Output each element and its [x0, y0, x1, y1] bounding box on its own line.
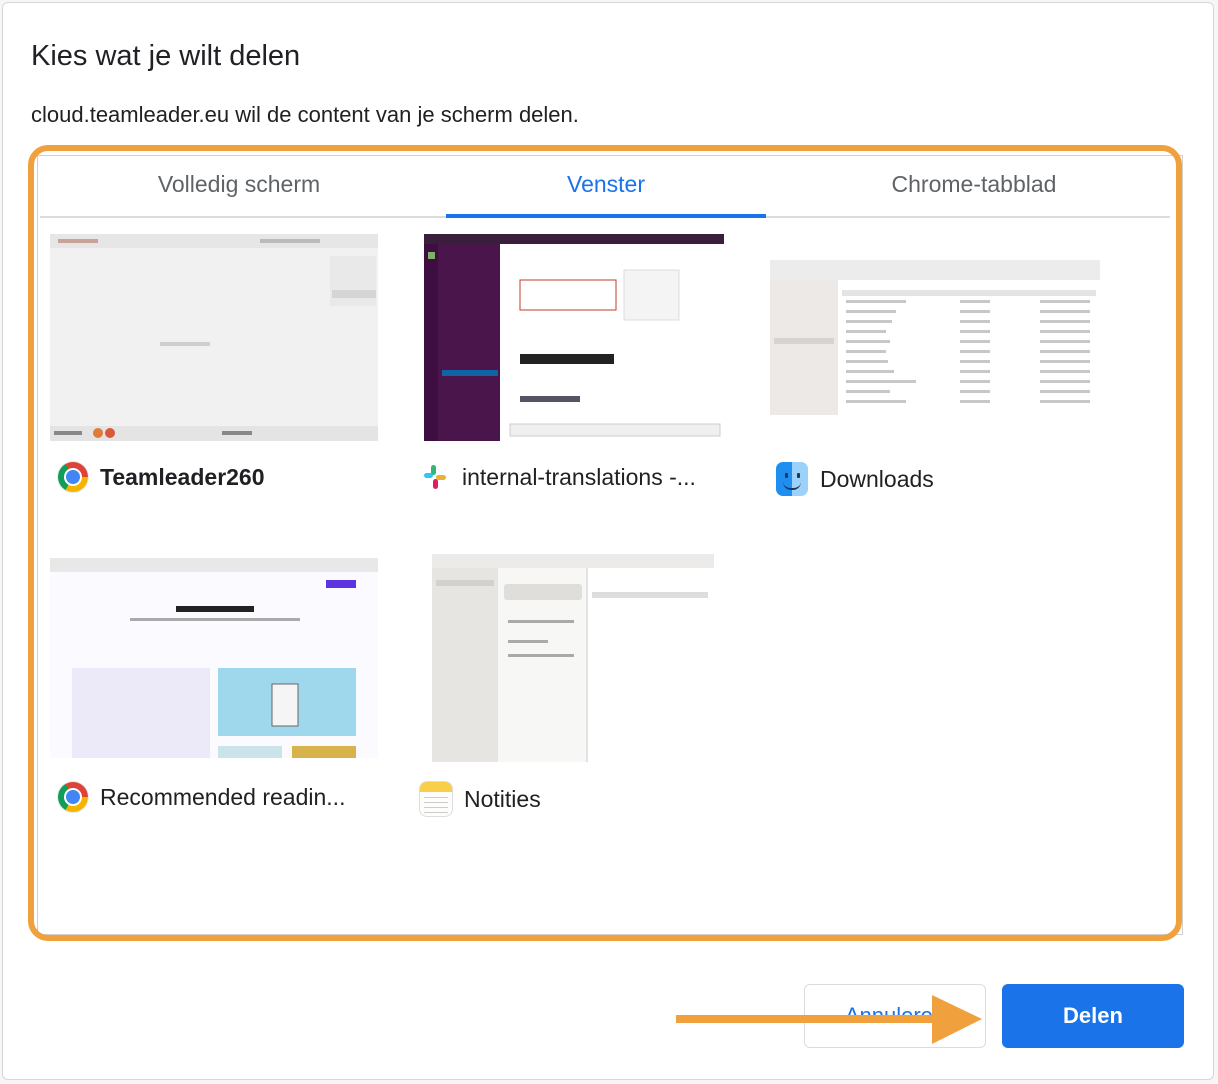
- source-item-teamleader260[interactable]: Teamleader260: [48, 230, 388, 505]
- source-label: Notities: [420, 782, 541, 816]
- tab-bar: Volledig scherm Venster Chrome-tabblad: [40, 158, 1170, 218]
- slack-icon: [420, 462, 450, 492]
- window-thumbnail: [50, 558, 378, 758]
- window-thumbnail: [432, 554, 714, 762]
- source-title: Recommended readin...: [100, 783, 346, 810]
- source-item-recommended-reading[interactable]: Recommended readin...: [48, 550, 388, 825]
- finder-icon: [776, 462, 808, 496]
- window-thumbnail: [50, 234, 378, 441]
- source-label: Teamleader260: [58, 462, 265, 492]
- dialog-subtitle: cloud.teamleader.eu wil de content van j…: [31, 102, 579, 127]
- source-item-downloads[interactable]: Downloads: [766, 230, 1106, 505]
- source-title: Notities: [464, 785, 541, 812]
- source-title: Downloads: [820, 465, 934, 492]
- window-thumbnail: [770, 260, 1100, 415]
- chrome-icon: [58, 782, 88, 812]
- dialog-title: Kies wat je wilt delen: [31, 40, 301, 72]
- tab-chrome-tab[interactable]: Chrome-tabblad: [774, 158, 1174, 216]
- thumbnail-image: [424, 234, 724, 441]
- source-label: Downloads: [776, 462, 934, 496]
- source-item-internal-translations[interactable]: internal-translations -...: [420, 230, 740, 505]
- chrome-icon: [58, 462, 88, 492]
- tab-full-screen[interactable]: Volledig scherm: [40, 158, 438, 216]
- thumbnail-image: [50, 558, 378, 758]
- cancel-button[interactable]: Annuleren: [804, 984, 986, 1048]
- share-button[interactable]: Delen: [1002, 984, 1184, 1048]
- source-label: Recommended readin...: [58, 782, 345, 812]
- thumbnail-image: [770, 260, 1100, 415]
- thumbnail-image: [50, 234, 378, 441]
- window-thumbnail: [424, 234, 724, 441]
- source-title: Teamleader260: [100, 463, 265, 490]
- notes-icon: [420, 782, 452, 816]
- tab-window[interactable]: Venster: [446, 158, 766, 218]
- thumbnail-image: [432, 554, 714, 762]
- source-label: internal-translations -...: [420, 462, 696, 492]
- source-item-notities[interactable]: Notities: [420, 550, 740, 825]
- source-title: internal-translations -...: [462, 463, 696, 490]
